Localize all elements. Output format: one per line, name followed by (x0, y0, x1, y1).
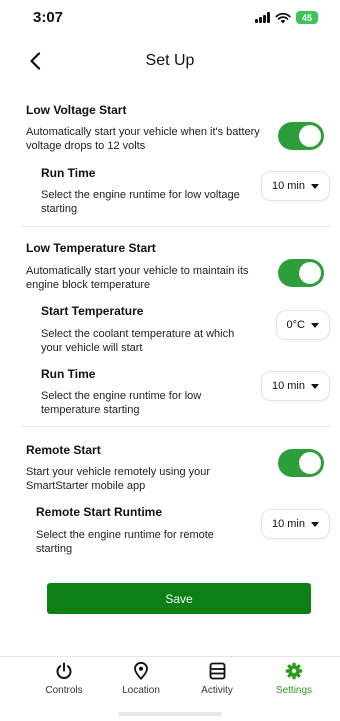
status-icons: 45 (255, 11, 318, 24)
status-time: 3:07 (33, 9, 64, 26)
dropdown-value: 10 min (271, 518, 305, 530)
nav-bar: Set Up (0, 44, 340, 78)
start-temperature-title: Start Temperature (41, 304, 144, 318)
toggle-knob (299, 262, 321, 284)
tab-bar: Controls Location Activity Settings (0, 652, 340, 702)
remote-start-description: Start your vehicle remotely using your S… (26, 466, 211, 492)
tab-label: Settings (275, 685, 313, 696)
power-icon (56, 662, 72, 679)
gear-icon (285, 662, 303, 680)
low-temperature-toggle[interactable] (278, 259, 324, 287)
low-voltage-run-time-description: Select the engine runtime for low voltag… (41, 189, 240, 215)
low-voltage-run-time-dropdown[interactable]: 10 min (260, 171, 330, 201)
caret-down-icon (311, 521, 319, 527)
low-temperature-run-time-title: Run Time (41, 367, 96, 381)
low-voltage-title: Low Voltage Start (26, 103, 127, 117)
low-temperature-run-time-dropdown[interactable]: 10 min (260, 371, 330, 401)
dropdown-value: 10 min (271, 380, 305, 392)
tab-activity[interactable]: Activity (187, 652, 247, 696)
low-temperature-title: Low Temperature Start (26, 241, 156, 255)
activity-list-icon (209, 662, 225, 680)
remote-start-runtime-dropdown[interactable]: 10 min (260, 509, 330, 539)
remote-start-toggle[interactable] (278, 449, 324, 477)
tab-settings[interactable]: Settings (264, 652, 324, 696)
tab-label: Activity (201, 685, 233, 696)
tab-label: Location (122, 685, 160, 696)
divider (22, 226, 330, 227)
low-voltage-description: Automatically start your vehicle when it… (26, 126, 260, 152)
battery-icon: 45 (296, 11, 318, 24)
divider (22, 426, 330, 427)
caret-down-icon (311, 183, 319, 189)
tab-controls[interactable]: Controls (34, 652, 94, 696)
page-title: Set Up (145, 52, 195, 69)
low-voltage-toggle[interactable] (278, 122, 324, 150)
save-button[interactable]: Save (47, 583, 311, 614)
start-temperature-description: Select the coolant temperature at which … (41, 328, 235, 354)
low-voltage-run-time-title: Run Time (41, 166, 96, 180)
tab-label: Controls (45, 685, 83, 696)
remote-start-runtime-description: Select the engine runtime for remote sta… (36, 529, 214, 555)
low-temperature-run-time-description: Select the engine runtime for low temper… (41, 390, 202, 416)
battery-level: 45 (301, 12, 312, 23)
caret-down-icon (311, 383, 319, 389)
dropdown-value: 0°C (286, 319, 305, 331)
toggle-knob (299, 452, 321, 474)
remote-start-runtime-title: Remote Start Runtime (36, 505, 163, 519)
dropdown-value: 10 min (271, 180, 305, 192)
toggle-knob (299, 125, 321, 147)
home-indicator (118, 712, 222, 716)
wifi-icon (275, 12, 291, 23)
location-pin-icon (134, 662, 148, 680)
tab-location[interactable]: Location (111, 652, 171, 696)
status-bar: 3:07 45 (0, 0, 340, 40)
signal-icon (255, 12, 270, 23)
remote-start-title: Remote Start (26, 443, 101, 457)
start-temperature-dropdown[interactable]: 0°C (275, 310, 330, 340)
low-temperature-description: Automatically start your vehicle to main… (26, 265, 249, 291)
caret-down-icon (311, 322, 319, 328)
